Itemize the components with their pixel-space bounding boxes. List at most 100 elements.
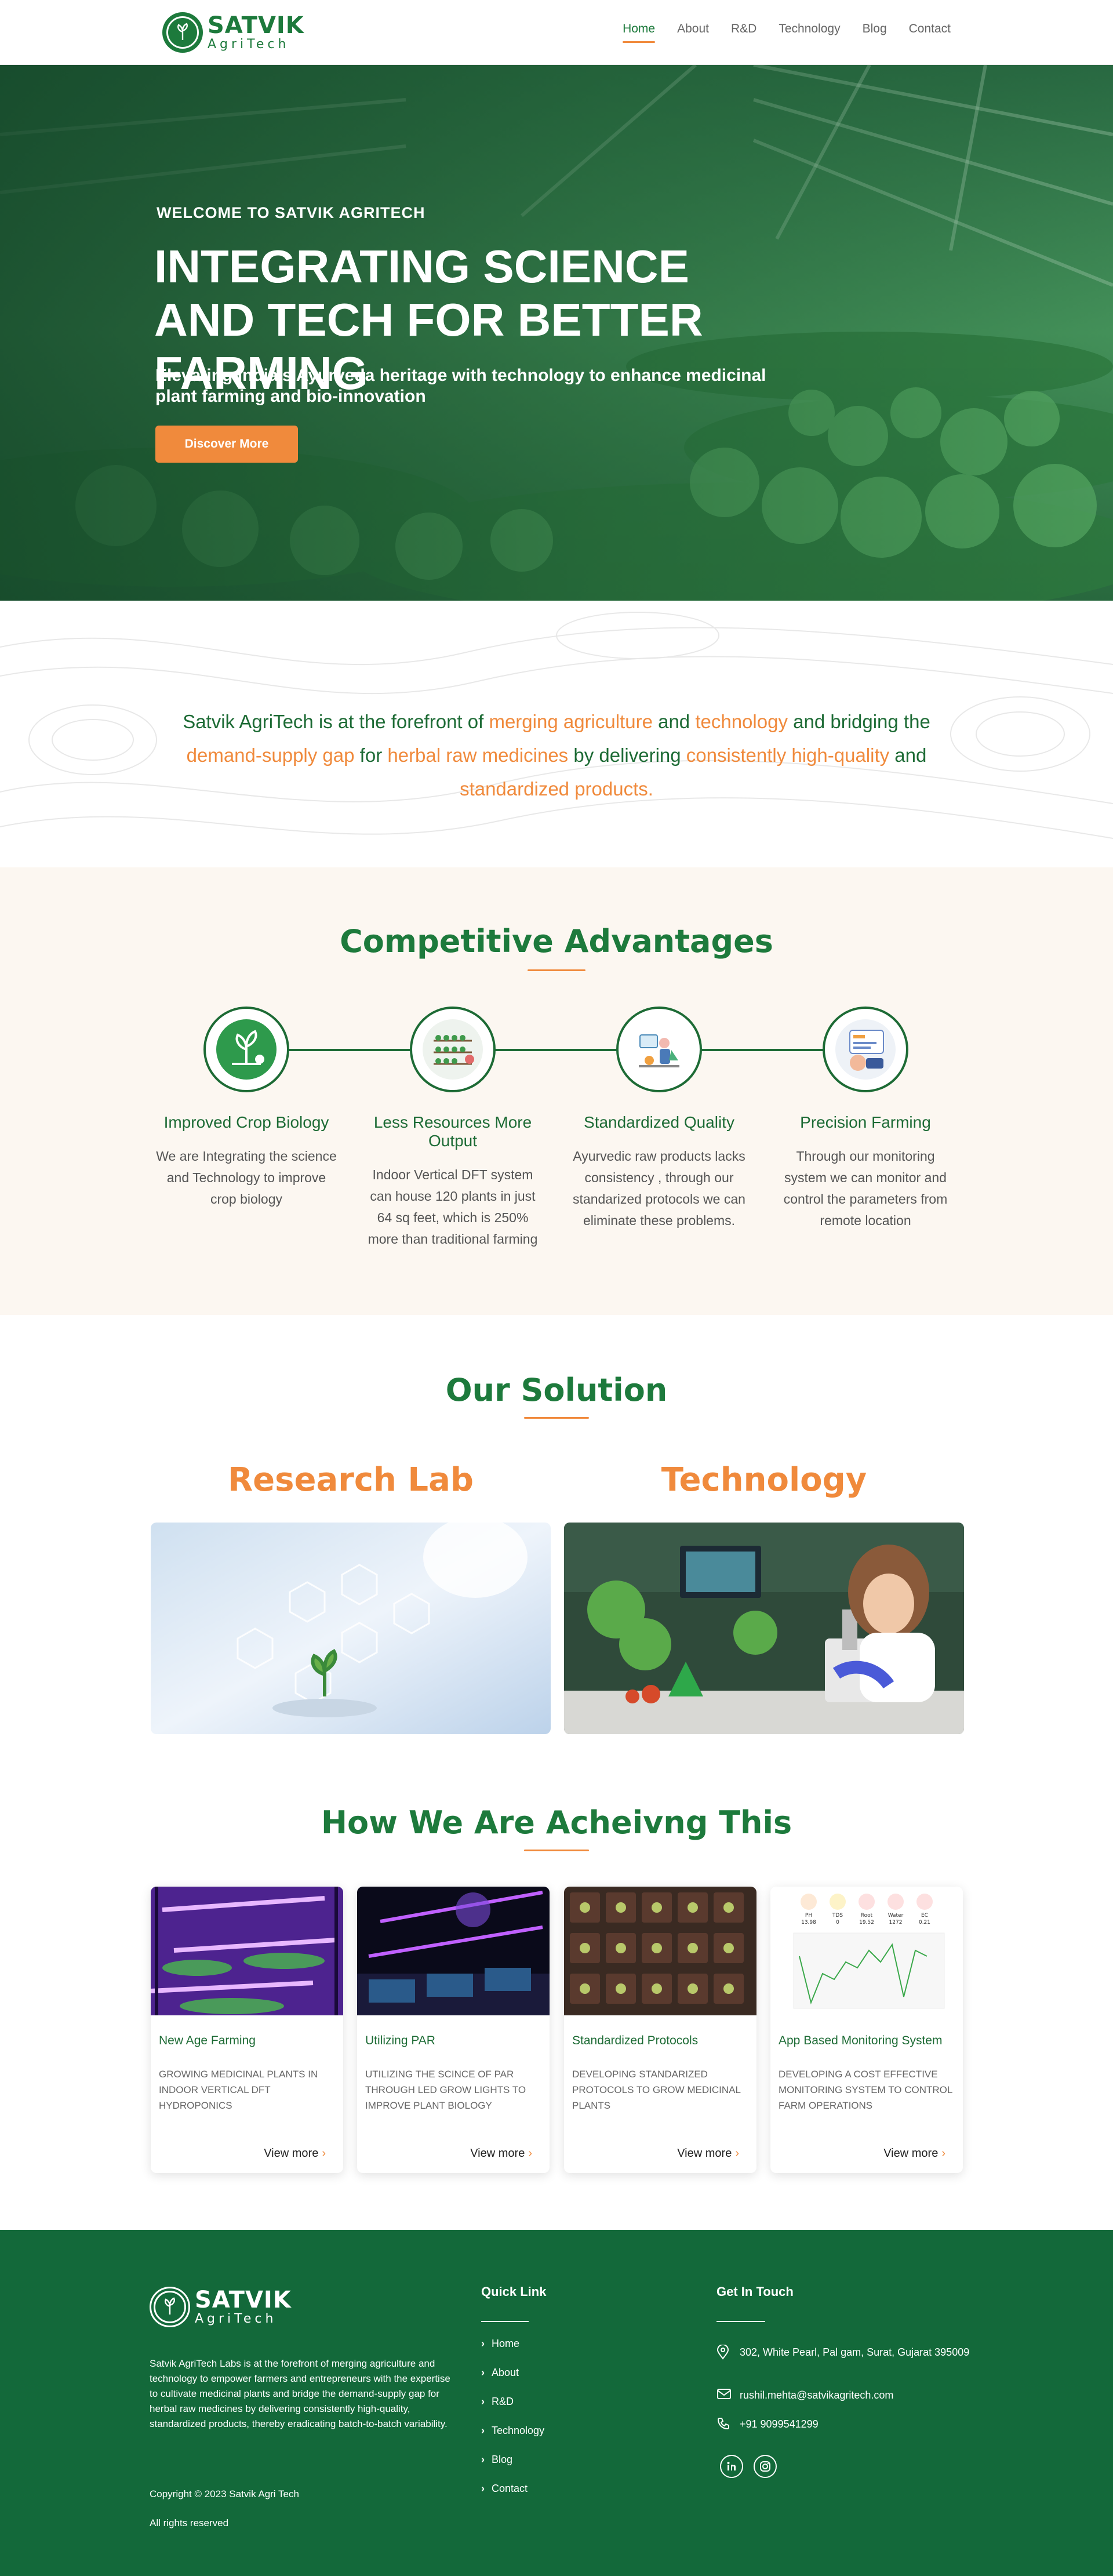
chevron-right-icon: › (481, 2338, 485, 2349)
footer-link-contact[interactable]: › Contact (481, 2483, 528, 2495)
nav-contact[interactable]: Contact (909, 22, 951, 43)
contact-email[interactable]: rushil.mehta@satvikagritech.com (716, 2388, 893, 2405)
view-more-link[interactable]: View more › (883, 2147, 945, 2160)
monitoring-app-image: PH TDS Root Water EC 13.98 0 19.52 1272 … (770, 1887, 963, 2015)
footer-rights: All rights reserved (150, 2517, 229, 2528)
brand-logo[interactable]: SATVIK AgriTech (162, 12, 304, 53)
monitor-value: 19.52 (859, 1920, 874, 1925)
monitor-value: 0.21 (919, 1920, 930, 1925)
advantage-item: Standardized Quality Ayurvedic raw produ… (563, 1007, 755, 1231)
quick-link-title: Quick Link (481, 2284, 547, 2299)
monitor-value: 1272 (889, 1920, 903, 1925)
monitor-label: TDS (832, 1913, 843, 1919)
footer-link-home[interactable]: › Home (481, 2338, 519, 2350)
card-desc: UTILIZING THE SCINCE OF PAR THROUGH LED … (365, 2069, 526, 2111)
advantage-item: Precision Farming Through our monitoring… (770, 1007, 961, 1231)
monitor-label: Root (861, 1913, 873, 1919)
chevron-right-icon: › (735, 2147, 739, 2160)
advantage-desc: Through our monitoring system we can mon… (783, 1149, 948, 1228)
logo-emblem-icon (150, 2287, 190, 2327)
intro-statement: Satvik AgriTech is at the forefront of m… (183, 711, 930, 800)
discover-more-button[interactable]: Discover More (155, 426, 298, 463)
main-nav: Home About R&D Technology Blog Contact (623, 22, 951, 43)
chevron-right-icon: › (528, 2147, 532, 2160)
chevron-right-icon: › (481, 2425, 485, 2436)
technology-title[interactable]: Technology (564, 1461, 964, 1499)
nav-about[interactable]: About (677, 22, 709, 43)
chevron-right-icon: › (481, 2483, 485, 2494)
logo-emblem-icon (162, 12, 203, 53)
advantage-desc: Ayurvedic raw products lacks consistency… (573, 1149, 745, 1228)
get-in-touch-title: Get In Touch (716, 2284, 794, 2299)
intro-section: Satvik AgriTech is at the forefront of m… (0, 601, 1113, 867)
feature-card[interactable]: Utilizing PAR UTILIZING THE SCINCE OF PA… (357, 1887, 550, 2173)
chevron-right-icon: › (481, 2396, 485, 2407)
footer-copyright: Copyright © 2023 Satvik Agri Tech (150, 2488, 299, 2499)
advantage-title: Precision Farming (800, 1113, 931, 1131)
monitor-value: 13.98 (801, 1920, 816, 1925)
view-more-link[interactable]: View more › (264, 2147, 326, 2160)
instagram-icon[interactable] (754, 2455, 777, 2478)
view-more-link[interactable]: View more › (470, 2147, 532, 2160)
card-desc: GROWING MEDICINAL PLANTS IN INDOOR VERTI… (159, 2069, 318, 2111)
advantage-desc: We are Integrating the science and Techn… (156, 1149, 337, 1207)
precision-farming-icon (823, 1007, 908, 1092)
title-underline (524, 1417, 589, 1419)
monitor-value: 0 (836, 1920, 839, 1925)
chevron-right-icon: › (481, 2367, 485, 2378)
lab-quality-icon (616, 1007, 702, 1092)
research-lab-image[interactable] (151, 1523, 551, 1734)
card-desc: DEVELOPING STANDARIZED PROTOCOLS TO GROW… (572, 2069, 741, 2111)
brand-sub: AgriTech (195, 2312, 277, 2326)
brand-name: SATVIK (195, 2287, 292, 2313)
achieving-title: How We Are Acheivng This (321, 1804, 792, 1841)
brand-name: SATVIK (208, 12, 304, 39)
site-footer: SATVIK AgriTech Satvik AgriTech Labs is … (0, 2230, 1113, 2576)
location-pin-icon (716, 2344, 740, 2364)
footer-link-blog[interactable]: › Blog (481, 2454, 512, 2466)
advantage-item: Less Resources More Output Indoor Vertic… (357, 1007, 548, 1250)
advantage-item: Improved Crop Biology We are Integrating… (151, 1007, 342, 1210)
contact-phone[interactable]: +91 9099541299 (716, 2417, 819, 2435)
brand-sub: AgriTech (208, 37, 290, 52)
linkedin-icon[interactable] (720, 2455, 743, 2478)
site-header: SATVIK AgriTech Home About R&D Technolog… (0, 0, 1113, 65)
card-title: Standardized Protocols (572, 2034, 699, 2047)
advantage-title: Improved Crop Biology (163, 1113, 329, 1131)
purple-led-farm-image (151, 1887, 343, 2015)
footer-link-about[interactable]: › About (481, 2367, 519, 2379)
contact-address: 302, White Pearl, Pal gam, Surat, Gujara… (716, 2344, 972, 2364)
card-title: Utilizing PAR (365, 2034, 435, 2047)
research-lab-title[interactable]: Research Lab (151, 1461, 551, 1499)
chevron-right-icon: › (941, 2147, 945, 2160)
chevron-right-icon: › (322, 2147, 326, 2160)
monitor-label: EC (921, 1913, 928, 1919)
card-title: App Based Monitoring System (779, 2034, 943, 2047)
card-desc: DEVELOPING A COST EFFECTIVE MONITORING S… (779, 2069, 952, 2111)
nav-blog[interactable]: Blog (863, 22, 887, 43)
crop-biology-icon (203, 1007, 289, 1092)
footer-logo[interactable]: SATVIK AgriTech (150, 2287, 292, 2327)
nav-technology[interactable]: Technology (779, 22, 840, 43)
view-more-link[interactable]: View more › (677, 2147, 739, 2160)
seedling-tray-image (564, 1887, 756, 2015)
grow-lights-image (357, 1887, 550, 2015)
advantage-title: Standardized Quality (584, 1113, 734, 1131)
advantages-section: Competitive Advantages Improved Crop Bio… (0, 867, 1113, 1315)
hero-section: WELCOME TO SATVIK AGRITECH INTEGRATING S… (0, 65, 1113, 601)
heading-bar (716, 2321, 765, 2322)
card-title: New Age Farming (159, 2034, 256, 2047)
nav-rnd[interactable]: R&D (731, 22, 756, 43)
title-underline (528, 969, 585, 971)
monitor-label: PH (805, 1913, 812, 1919)
nav-home[interactable]: Home (623, 22, 656, 43)
feature-card[interactable]: PH TDS Root Water EC 13.98 0 19.52 1272 … (770, 1887, 963, 2173)
footer-link-rnd[interactable]: › R&D (481, 2396, 514, 2408)
advantage-title: Less Resources More Output (373, 1113, 532, 1150)
heading-bar (481, 2321, 529, 2322)
feature-card[interactable]: Standardized Protocols DEVELOPING STANDA… (564, 1887, 756, 2173)
email-icon (716, 2388, 740, 2405)
feature-card[interactable]: New Age Farming GROWING MEDICINAL PLANTS… (151, 1887, 343, 2173)
footer-link-technology[interactable]: › Technology (481, 2425, 544, 2437)
technology-image[interactable] (564, 1523, 964, 1734)
